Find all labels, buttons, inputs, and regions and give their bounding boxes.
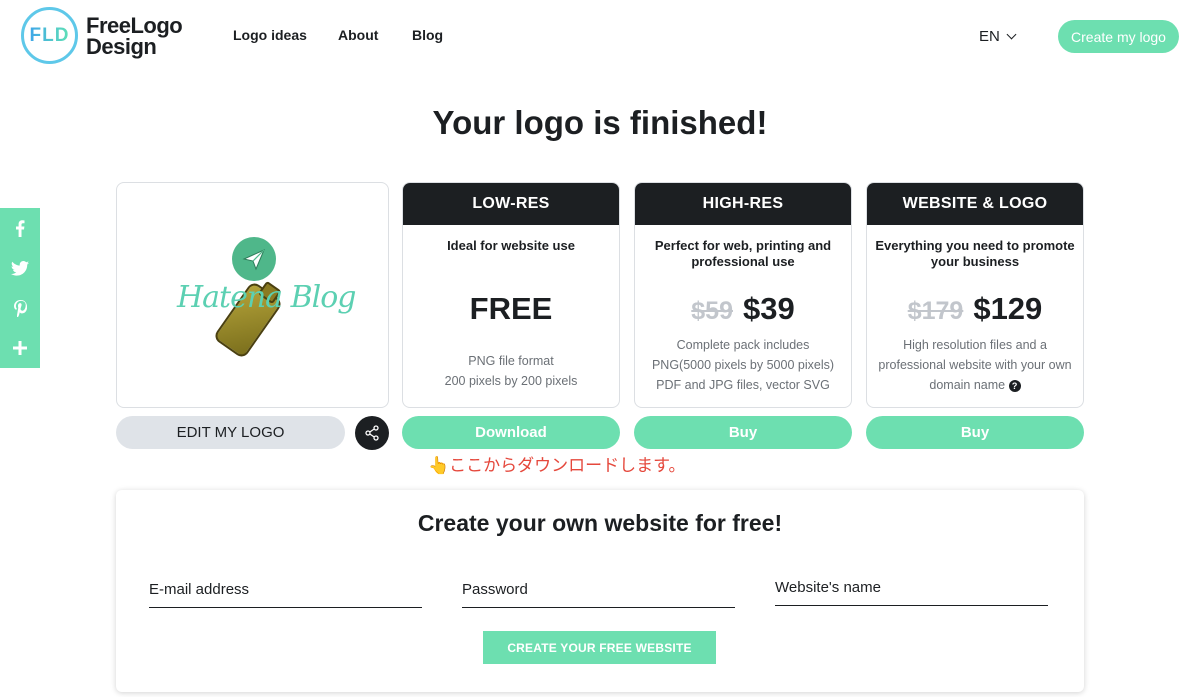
plan-feature: Complete pack includes	[676, 338, 810, 352]
plan-card-website-logo: WEBSITE & LOGO Everything you need to pr…	[866, 182, 1084, 408]
plan-card-low-res: LOW-RES Ideal for website use FREE PNG f…	[402, 182, 620, 408]
plan-features: PNG file format 200 pixels by 200 pixels	[403, 351, 619, 391]
website-signup-panel: Create your own website for free! E-mail…	[116, 490, 1084, 692]
nav-about[interactable]: About	[338, 27, 378, 43]
logo-preview-text: Hatena Blog	[177, 280, 357, 315]
paper-plane-icon	[232, 237, 276, 281]
social-share-sidebar	[0, 208, 40, 368]
plan-current-price: $129	[973, 291, 1043, 326]
plan-old-price: $59	[691, 297, 733, 325]
plan-current-price: FREE	[469, 291, 553, 326]
plan-current-price: $39	[742, 291, 795, 326]
site-logo-wordmark[interactable]: FreeLogo Design	[86, 13, 183, 59]
buy-website-logo-button[interactable]: Buy	[866, 416, 1084, 449]
edit-my-logo-button[interactable]: EDIT MY LOGO	[116, 416, 345, 449]
plan-feature: domain name ?	[867, 375, 1083, 395]
logo-line-1: FreeLogo	[86, 13, 183, 38]
create-my-logo-button[interactable]: Create my logo	[1058, 20, 1179, 53]
plan-price: FREE	[403, 291, 619, 327]
plan-description: Everything you need to promote your busi…	[875, 238, 1075, 269]
plan-title: WEBSITE & LOGO	[867, 183, 1083, 225]
site-logo-mark[interactable]: FLD	[21, 7, 78, 64]
page-title: Your logo is finished!	[432, 104, 768, 141]
facebook-icon[interactable]	[0, 208, 40, 248]
download-button[interactable]: Download	[402, 416, 620, 449]
plan-feature: PNG file format	[468, 354, 554, 368]
pinterest-icon[interactable]	[0, 288, 40, 328]
plan-price: $59 $39	[635, 291, 851, 327]
share-icon[interactable]	[355, 416, 389, 450]
plan-features: Complete pack includes PNG(5000 pixels b…	[635, 335, 851, 395]
help-icon[interactable]: ?	[1008, 379, 1021, 392]
plan-title: LOW-RES	[403, 183, 619, 225]
plan-card-high-res: HIGH-RES Perfect for web, printing and p…	[634, 182, 852, 408]
password-field[interactable]: Password	[462, 578, 735, 608]
plan-price: $179 $129	[867, 291, 1083, 327]
plan-description: Ideal for website use	[447, 238, 575, 253]
chevron-down-icon	[1006, 29, 1017, 40]
plan-feature: PDF and JPG files, vector SVG	[656, 378, 830, 392]
plan-title: HIGH-RES	[635, 183, 851, 225]
plan-feature: 200 pixels by 200 pixels	[444, 374, 578, 388]
plan-description: Perfect for web, printing and profession…	[654, 238, 832, 269]
plan-feature: professional website with your own	[878, 358, 1072, 372]
email-field[interactable]: E-mail address	[149, 578, 422, 608]
logo-line-2: Design	[86, 34, 157, 59]
twitter-icon[interactable]	[0, 248, 40, 288]
plan-old-price: $179	[907, 297, 964, 325]
nav-blog[interactable]: Blog	[412, 27, 443, 43]
plan-feature: PNG(5000 pixels by 5000 pixels)	[651, 358, 835, 372]
language-label: EN	[979, 28, 1000, 45]
plan-feature-text: domain name	[929, 378, 1006, 392]
language-selector[interactable]: EN	[979, 28, 1017, 45]
signup-title: Create your own website for free!	[417, 510, 783, 536]
download-annotation: 👆ここからダウンロードします。	[428, 456, 686, 476]
plan-features: High resolution files and a professional…	[867, 335, 1083, 395]
buy-high-res-button[interactable]: Buy	[634, 416, 852, 449]
plus-icon[interactable]	[0, 328, 40, 368]
create-free-website-button[interactable]: CREATE YOUR FREE WEBSITE	[483, 631, 716, 664]
nav-logo-ideas[interactable]: Logo ideas	[233, 27, 307, 43]
site-header: FLD FreeLogo Design Logo ideas About Blo…	[0, 0, 1200, 75]
website-name-field[interactable]: Website's name	[775, 576, 1048, 606]
plan-feature: High resolution files and a	[903, 338, 1047, 352]
logo-preview-card: Hatena Blog	[116, 182, 389, 408]
